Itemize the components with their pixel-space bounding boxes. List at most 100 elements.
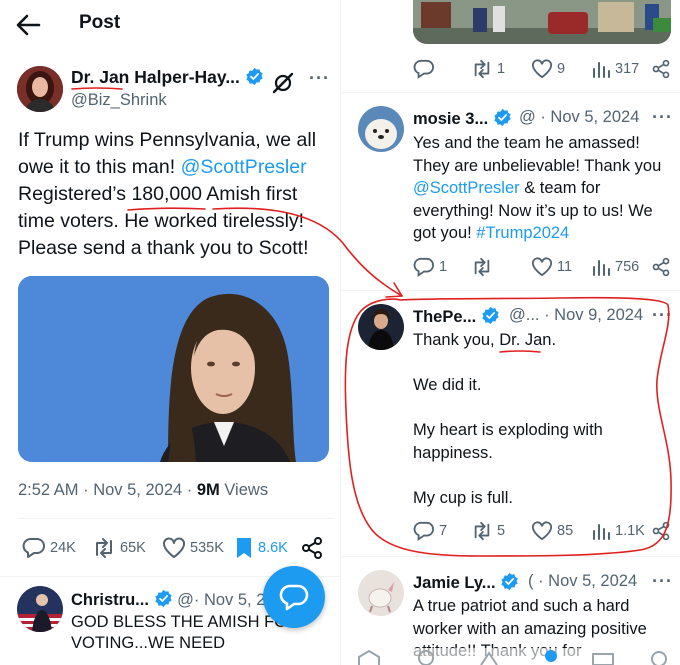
reply-avatar[interactable] <box>17 586 63 632</box>
compose-reply-button[interactable] <box>263 566 325 628</box>
views-count: 1.1K <box>615 523 645 539</box>
reply-text: GOD BLESS THE AMISH FO VOTING...WE NEED <box>71 613 288 652</box>
repost-count: 5 <box>497 523 506 539</box>
reply-author-text: mosie 3... <box>413 110 489 128</box>
verified-badge-icon <box>154 589 172 608</box>
views-count: 9M <box>196 481 220 499</box>
header-bar: Post <box>0 0 340 50</box>
post-timestamp: 2:52 AM · Nov 5, 2024 · 9M Views <box>18 481 268 500</box>
mention-link[interactable]: @ScottPresler <box>181 156 307 178</box>
hashtag-link[interactable]: #Trump2024 <box>476 224 569 242</box>
reply-line: My heart is exploding with happiness. <box>413 421 603 462</box>
views-button[interactable]: 756 <box>591 256 639 278</box>
author-name[interactable]: Dr. Jan Halper-Hay... <box>71 67 264 88</box>
post-actions: 24K 65K 535K 8.6K <box>22 536 332 560</box>
share-button[interactable] <box>651 520 675 542</box>
reply-count: 24K <box>50 540 76 556</box>
share-icon <box>652 257 670 277</box>
more-icon[interactable]: ··· <box>652 571 673 592</box>
repost-icon <box>474 521 490 541</box>
views-icon <box>593 62 610 78</box>
verified-badge-icon <box>246 67 263 86</box>
reply-author-text: Jamie Ly... <box>413 574 496 592</box>
author-avatar[interactable] <box>17 66 63 112</box>
divider <box>18 518 334 519</box>
views-label: Views <box>219 481 269 499</box>
reply-meta: ( · Nov 5, 2024 <box>528 572 638 590</box>
divider <box>341 92 680 93</box>
back-arrow-icon[interactable] <box>14 12 42 38</box>
bottom-nav-bar[interactable] <box>341 648 680 665</box>
like-button[interactable]: 535K <box>162 536 224 560</box>
views-icon <box>593 260 610 276</box>
views-button[interactable]: 317 <box>591 58 639 80</box>
share-icon <box>652 59 670 79</box>
like-icon <box>532 521 552 541</box>
reply-button[interactable] <box>413 58 439 80</box>
repost-icon <box>96 538 112 558</box>
repost-button[interactable]: 1 <box>471 58 505 80</box>
reply-button[interactable]: 1 <box>413 256 447 278</box>
reply-avatar[interactable] <box>358 106 404 152</box>
reply-icon <box>413 59 434 79</box>
reply-line: We did it. <box>413 376 482 394</box>
reply-count: 7 <box>439 523 448 539</box>
views-count: 317 <box>615 61 640 77</box>
reply-actions: 7 5 85 1.1K <box>413 520 675 542</box>
like-button[interactable]: 11 <box>531 256 572 278</box>
repost-button[interactable] <box>471 256 497 278</box>
reply-icon <box>413 257 434 277</box>
like-button[interactable]: 85 <box>531 520 573 542</box>
like-count: 9 <box>557 61 566 77</box>
reply-avatar[interactable] <box>358 304 404 350</box>
post-media-image[interactable] <box>18 276 329 462</box>
post-time[interactable]: 2:52 AM · Nov 5, 2024 · <box>18 481 197 499</box>
like-button[interactable]: 9 <box>531 58 565 80</box>
share-button[interactable] <box>651 58 675 80</box>
mention-link[interactable]: @ScottPresler <box>413 179 520 197</box>
more-icon[interactable]: ··· <box>652 107 673 128</box>
share-button[interactable] <box>300 536 328 560</box>
bookmark-button[interactable]: 8.6K <box>234 536 288 560</box>
reply-author-text: Christru... <box>71 591 149 609</box>
post-text-part: Registered’s 180,000 Amish first time vo… <box>18 183 309 259</box>
share-button[interactable] <box>651 256 675 278</box>
reply-author[interactable]: Christru... @· Nov 5, 2 <box>71 589 265 610</box>
reply-count: 1 <box>439 259 448 275</box>
share-icon <box>302 537 322 559</box>
repost-button[interactable]: 65K <box>92 536 146 560</box>
repost-icon <box>474 257 490 277</box>
author-name-text: Dr. Jan Halper-Hay... <box>71 67 240 87</box>
repost-count: 1 <box>497 61 506 77</box>
like-count: 85 <box>557 523 574 539</box>
reply-text: Yes and the team he amassed! They are un… <box>413 132 675 245</box>
more-icon[interactable]: ··· <box>652 305 673 326</box>
author-handle[interactable]: @Biz_Shrink <box>71 91 167 110</box>
page-title: Post <box>79 12 121 33</box>
repost-button[interactable]: 5 <box>471 520 505 542</box>
post-detail-pane: Post Dr. Jan Halper-Hay... @Biz_Shrink ·… <box>0 0 340 665</box>
reply-author[interactable]: mosie 3... <box>413 108 512 129</box>
like-icon <box>532 59 552 79</box>
repost-count: 65K <box>120 540 146 556</box>
reply-author[interactable]: Jamie Ly... <box>413 572 519 593</box>
like-count: 11 <box>557 259 573 275</box>
post-body: If Trump wins Pennsylvania, we all owe i… <box>18 127 330 262</box>
reply-meta: @... · Nov 9, 2024 <box>509 306 644 324</box>
reply-button[interactable]: 7 <box>413 520 447 542</box>
share-icon <box>652 521 670 541</box>
views-icon <box>593 524 610 540</box>
views-button[interactable]: 1.1K <box>591 520 645 542</box>
reply-avatar[interactable] <box>358 570 404 616</box>
verified-badge-icon <box>501 572 518 591</box>
reply-button[interactable]: 24K <box>22 536 76 560</box>
reply-icon <box>413 521 434 541</box>
parade-photo[interactable] <box>413 0 671 44</box>
reply-author[interactable]: ThePe... <box>413 306 500 327</box>
repost-icon <box>474 59 490 79</box>
reply-icon <box>22 538 45 558</box>
grok-icon[interactable] <box>270 70 296 96</box>
reply-line: My cup is full. <box>413 488 513 507</box>
more-icon[interactable]: ··· <box>309 68 330 89</box>
like-icon <box>163 537 185 558</box>
